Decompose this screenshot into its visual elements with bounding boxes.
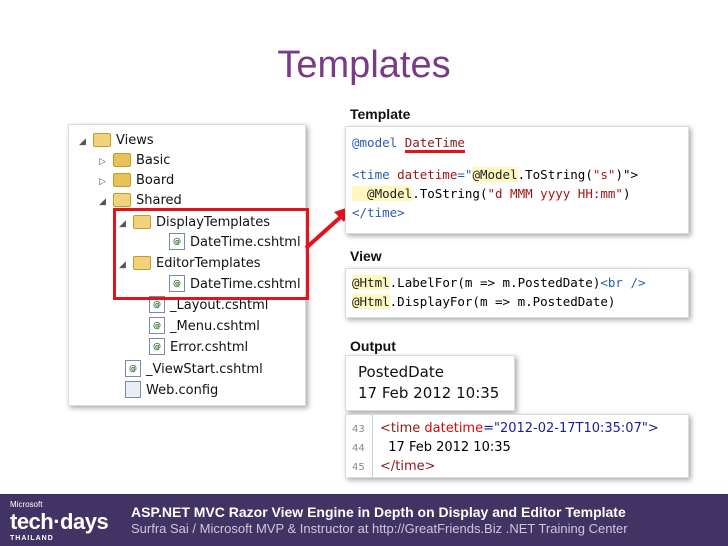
output-panel: PostedDate 17 Feb 2012 10:35	[345, 355, 515, 411]
code-line: </time>	[352, 205, 405, 220]
source-panel: 43 44 45 <time datetime="2012-02-17T10:3…	[345, 414, 689, 478]
source-line: <time datetime="2012-02-17T10:35:07">	[380, 421, 659, 436]
code-string: "d MMM yyyy HH:mm"	[487, 186, 623, 201]
code-line: <time datetime="@Model.ToString("s")">	[352, 167, 638, 182]
line-number: 44	[352, 443, 365, 454]
gutter-divider	[372, 415, 373, 477]
footer-title: ASP.NET MVC Razor View Engine in Depth o…	[131, 504, 626, 520]
template-label: Template	[350, 106, 411, 122]
code-tag: </time>	[352, 205, 405, 220]
code-attr: datetime	[424, 421, 484, 436]
code-tag: <time	[380, 421, 425, 436]
output-line: 17 Feb 2012 10:35	[358, 384, 500, 402]
output-line: PostedDate	[358, 363, 444, 381]
code-string: "s"	[592, 167, 616, 182]
code-tag: <time	[352, 167, 398, 182]
code-punct: )	[622, 186, 631, 201]
code-attr: datetime	[397, 167, 458, 182]
code-method: .LabelFor(m => m.PostedDate)	[389, 275, 601, 290]
code-method: .DisplayFor(m => m.PostedDate)	[389, 294, 616, 309]
output-label: Output	[350, 338, 396, 354]
source-line: </time>	[380, 459, 436, 474]
code-line: @Html.DisplayFor(m => m.PostedDate)	[352, 294, 615, 309]
source-line: 17 Feb 2012 10:35	[380, 440, 511, 455]
logo-microsoft: Microsoft	[10, 500, 43, 509]
code-value: ="2012-02-17T10:35:07">	[483, 421, 659, 436]
code-type: DateTime	[404, 135, 465, 150]
code-razor: @Model	[472, 167, 518, 182]
view-code-panel: @Html.LabelFor(m => m.PostedDate)<br /> …	[345, 268, 689, 318]
code-tag: <br />	[600, 275, 646, 290]
code-line: @Html.LabelFor(m => m.PostedDate)<br />	[352, 275, 646, 290]
footer-subtitle: Surfra Sai / Microsoft MVP & Instructor …	[131, 521, 628, 536]
code-razor: @Html	[352, 294, 390, 309]
code-line: @model DateTime	[352, 135, 465, 153]
code-razor: @Model	[352, 186, 413, 201]
model-type-highlight: DateTime	[404, 135, 465, 153]
code-line: @Model.ToString("d MMM yyyy HH:mm")	[352, 186, 630, 201]
code-keyword: @model	[352, 135, 405, 150]
logo-techdays: tech·days	[10, 509, 109, 534]
code-method: .ToString(	[517, 167, 593, 182]
code-punct: )">	[615, 167, 639, 182]
line-number: 45	[352, 462, 365, 473]
footer-bar: Microsoft tech·days THAILAND	[0, 494, 728, 546]
code-razor: @Html	[352, 275, 390, 290]
techdays-logo: Microsoft tech·days THAILAND	[10, 500, 109, 542]
template-code-panel: @model DateTime <time datetime="@Model.T…	[345, 126, 689, 234]
code-punct: ="	[457, 167, 473, 182]
line-number: 43	[352, 424, 365, 435]
logo-country: THAILAND	[10, 535, 54, 542]
code-method: .ToString(	[412, 186, 488, 201]
view-label: View	[350, 248, 382, 264]
